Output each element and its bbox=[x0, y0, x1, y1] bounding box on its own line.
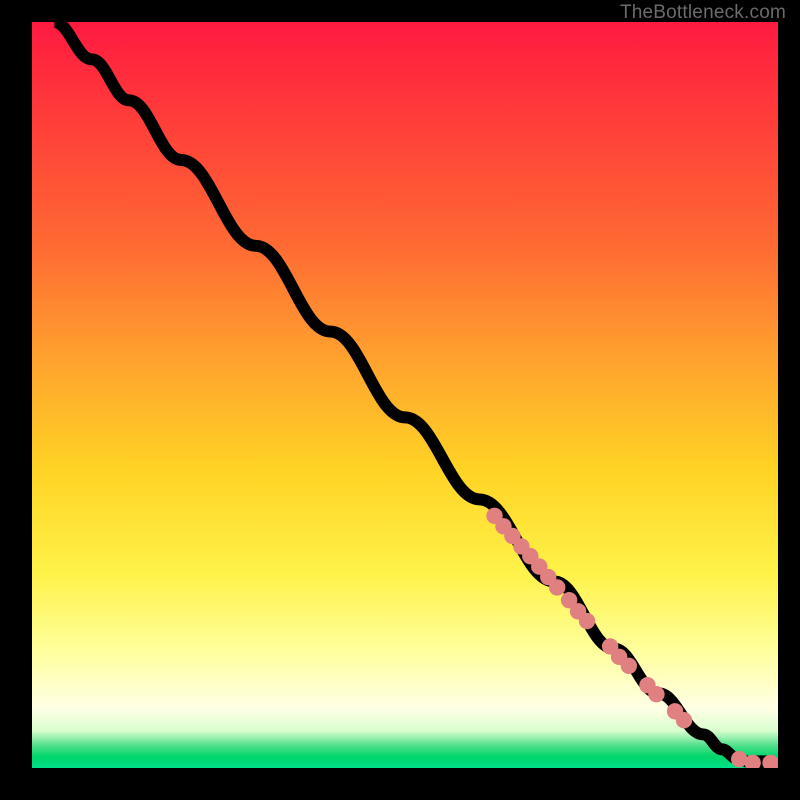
data-point bbox=[676, 712, 692, 728]
data-point bbox=[549, 579, 565, 595]
data-point bbox=[648, 686, 664, 702]
plot-area bbox=[32, 22, 778, 768]
data-points-group bbox=[486, 508, 778, 768]
plot-svg bbox=[32, 22, 778, 768]
chart-stage: TheBottleneck.com bbox=[0, 0, 800, 800]
bottleneck-curve bbox=[54, 22, 752, 763]
data-point bbox=[621, 658, 637, 674]
attribution-label: TheBottleneck.com bbox=[620, 2, 786, 24]
data-point bbox=[579, 613, 595, 629]
